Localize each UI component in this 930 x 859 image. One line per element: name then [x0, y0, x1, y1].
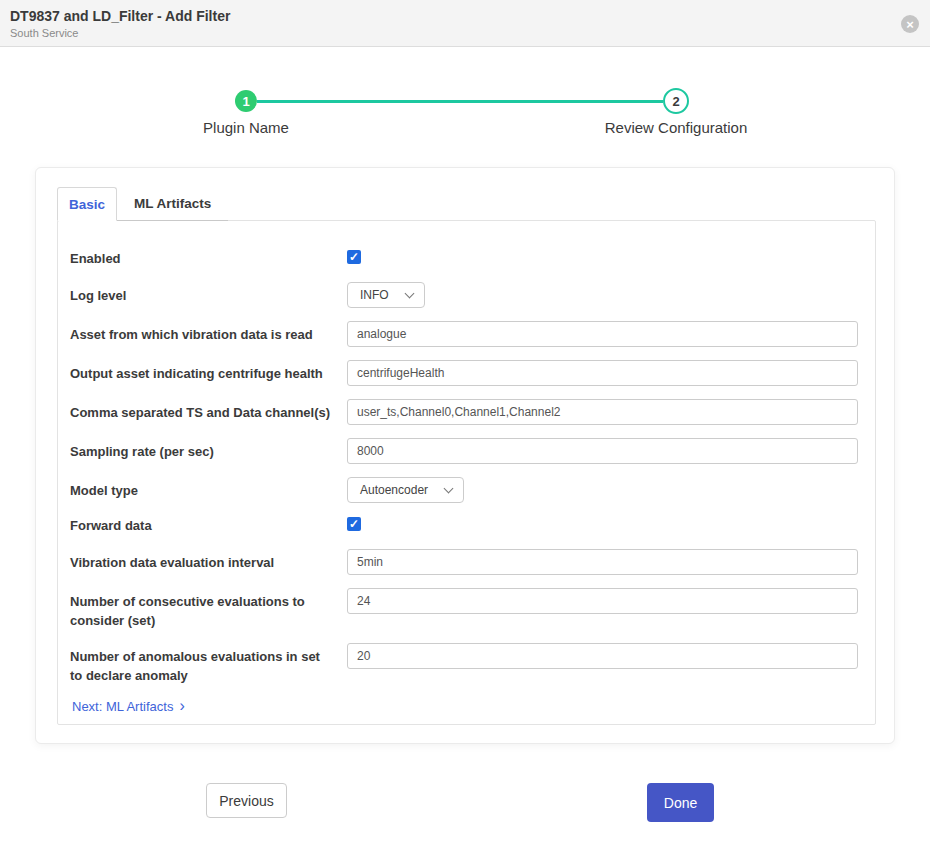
tab-ml-artifacts[interactable]: ML Artifacts	[117, 187, 228, 221]
asset-from-which-vibration-data-is-read-input[interactable]: analogue	[347, 321, 858, 347]
vibration-data-evaluation-interval-input[interactable]: 5min	[347, 549, 858, 575]
field-control: 24	[347, 588, 858, 614]
field-label: Model type	[70, 477, 347, 500]
stepper-connector-line	[257, 100, 663, 103]
field-control: 20	[347, 643, 858, 669]
tab-basic[interactable]: Basic	[57, 187, 117, 221]
field-label: Number of anomalous evaluations in set t…	[70, 643, 347, 685]
number-of-anomalous-evaluations-in-set-to-declare-anomaly-input[interactable]: 20	[347, 643, 858, 669]
field-control: INFO	[347, 282, 858, 308]
stepper: 1 2 Plugin Name Review Configuration	[0, 47, 930, 167]
field-label: Number of consecutive evaluations to con…	[70, 588, 347, 630]
tab-bar: Basic ML Artifacts	[57, 187, 876, 220]
chevron-down-icon	[444, 483, 454, 493]
step-2-label: Review Configuration	[576, 119, 776, 136]
field-label: Asset from which vibration data is read	[70, 321, 347, 344]
dialog-header: DT9837 and LD_Filter - Add Filter South …	[0, 0, 930, 47]
chevron-down-icon	[404, 288, 414, 298]
field-label: Sampling rate (per sec)	[70, 438, 347, 461]
model-type-select[interactable]: Autoencoder	[347, 477, 464, 503]
close-icon[interactable]: ×	[901, 15, 919, 33]
chevron-right-icon: ›	[179, 698, 184, 714]
tab-panel-basic: Enabled Log level INFO Asset from which …	[57, 220, 876, 725]
field-control: user_ts,Channel0,Channel1,Channel2	[347, 399, 858, 425]
field-label: Log level	[70, 282, 347, 305]
form-row: Forward data	[70, 516, 858, 536]
done-button[interactable]: Done	[647, 783, 714, 822]
form-row: Vibration data evaluation interval 5min	[70, 549, 858, 575]
form-row: Output asset indicating centrifuge healt…	[70, 360, 858, 386]
output-asset-indicating-centrifuge-health-input[interactable]: centrifugeHealth	[347, 360, 858, 386]
field-control: 5min	[347, 549, 858, 575]
forward-data-checkbox[interactable]	[347, 517, 361, 531]
field-label: Output asset indicating centrifuge healt…	[70, 360, 347, 383]
form-row: Sampling rate (per sec) 8000	[70, 438, 858, 464]
form-rows: Enabled Log level INFO Asset from which …	[70, 249, 858, 685]
form-row: Number of consecutive evaluations to con…	[70, 588, 858, 630]
form-row: Asset from which vibration data is read …	[70, 321, 858, 347]
dialog-subtitle: South Service	[10, 27, 930, 39]
field-label: Comma separated TS and Data channel(s)	[70, 399, 347, 422]
step-2-indicator[interactable]: 2	[663, 88, 689, 114]
field-control: Autoencoder	[347, 477, 858, 503]
field-control: 8000	[347, 438, 858, 464]
number-of-consecutive-evaluations-to-consider-set-input[interactable]: 24	[347, 588, 858, 614]
form-row: Comma separated TS and Data channel(s) u…	[70, 399, 858, 425]
field-label: Forward data	[70, 516, 347, 535]
log-level-select-value: INFO	[360, 288, 389, 302]
form-row: Log level INFO	[70, 282, 858, 308]
field-label: Vibration data evaluation interval	[70, 549, 347, 572]
field-control	[347, 516, 858, 531]
comma-separated-ts-and-data-channels-input[interactable]: user_ts,Channel0,Channel1,Channel2	[347, 399, 858, 425]
field-control	[347, 249, 858, 264]
field-label: Enabled	[70, 249, 347, 268]
sampling-rate-per-sec-input[interactable]: 8000	[347, 438, 858, 464]
previous-button[interactable]: Previous	[206, 783, 287, 818]
dialog-title: DT9837 and LD_Filter - Add Filter	[10, 8, 930, 24]
next-link-label: Next: ML Artifacts	[72, 699, 173, 714]
field-control: centrifugeHealth	[347, 360, 858, 386]
config-card: Basic ML Artifacts Enabled Log level INF…	[35, 167, 895, 744]
next-ml-artifacts-link[interactable]: Next: ML Artifacts ›	[72, 698, 858, 714]
field-control: analogue	[347, 321, 858, 347]
step-1-indicator[interactable]: 1	[235, 90, 257, 112]
form-row: Number of anomalous evaluations in set t…	[70, 643, 858, 685]
step-1-label: Plugin Name	[146, 119, 346, 136]
log-level-select[interactable]: INFO	[347, 282, 425, 308]
form-row: Model type Autoencoder	[70, 477, 858, 503]
enabled-checkbox[interactable]	[347, 250, 361, 264]
form-row: Enabled	[70, 249, 858, 269]
model-type-select-value: Autoencoder	[360, 483, 428, 497]
